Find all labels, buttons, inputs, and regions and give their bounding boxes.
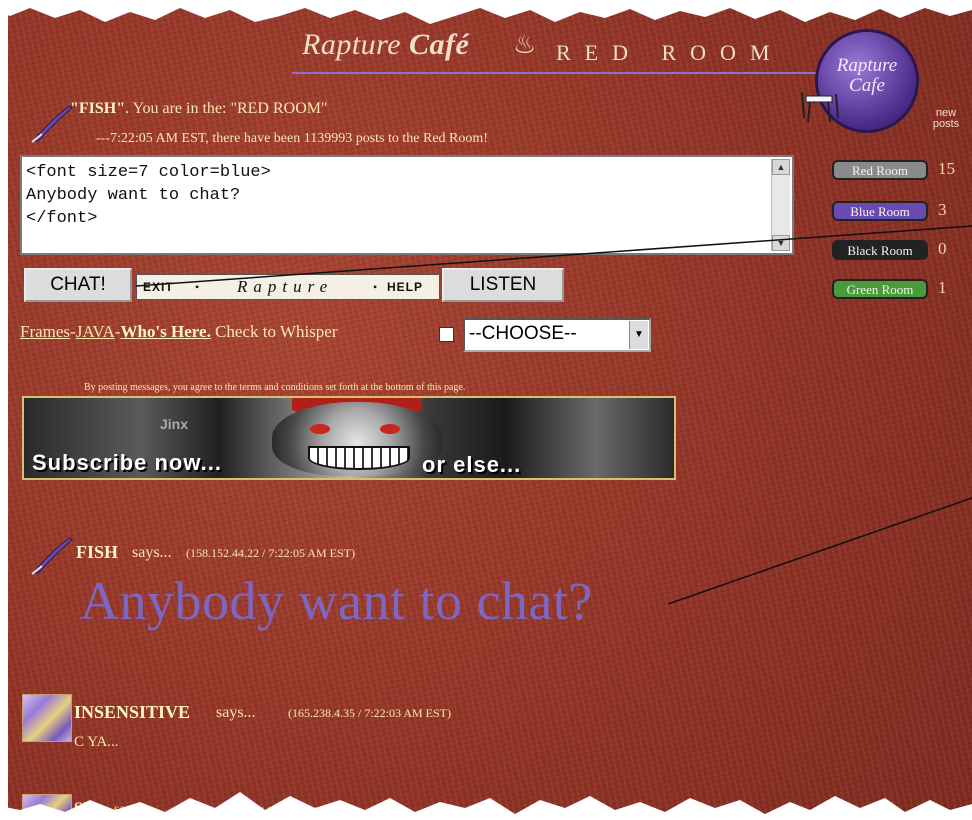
username: "FISH" (70, 100, 126, 117)
scroll-up-icon[interactable]: ▲ (772, 159, 790, 175)
coffee-cup-icon: ♨ (513, 30, 537, 59)
quill-icon (31, 537, 73, 575)
exit-help-strip: EXIT • Rapture • HELP (136, 274, 440, 300)
chat-page: Rapture Café ♨ RED ROOM Rapture Cafe new… (0, 0, 972, 820)
current-room-text: . You are in the: "RED ROOM" (125, 100, 328, 117)
jester-grin (308, 446, 410, 470)
select-value: --CHOOSE-- (469, 323, 577, 344)
avatar[interactable] (22, 694, 72, 742)
room-count-black: 0 (938, 239, 947, 258)
rapture-link[interactable]: Rapture (237, 275, 333, 299)
welcome-line: "FISH". You are in the: "RED ROOM" (70, 100, 328, 118)
subscribe-text: Subscribe now... (32, 450, 222, 475)
post-count-status: ---7:22:05 AM EST, there have been 11399… (96, 131, 488, 146)
whos-here-link[interactable]: Who's Here. (120, 322, 210, 341)
post-says: says... (216, 704, 256, 721)
header-divider (292, 72, 888, 74)
torn-edge-top (0, 0, 972, 24)
separator-dot: • (195, 280, 200, 294)
jester-eye (380, 424, 400, 434)
message-input[interactable] (26, 161, 766, 251)
site-title-cafe: Café (409, 28, 470, 61)
page-margin (0, 0, 8, 820)
room-button-blue[interactable]: Blue Room (832, 201, 928, 221)
post-author[interactable]: FISH (76, 542, 118, 563)
frames-link[interactable]: Frames (20, 322, 70, 341)
torn-edge-bottom (0, 792, 972, 820)
site-title: Rapture Café (302, 28, 469, 62)
chat-button[interactable]: CHAT! (24, 268, 132, 302)
room-button-red[interactable]: Red Room (832, 160, 928, 180)
message-scrollbar[interactable]: ▲ ▼ (771, 159, 790, 251)
jester-eye (310, 424, 330, 434)
terms-notice: By posting messages, you agree to the te… (84, 382, 466, 393)
scroll-down-icon[interactable]: ▼ (772, 235, 790, 251)
whisper-checkbox[interactable] (439, 327, 454, 342)
or-else-text: or else... (422, 452, 522, 477)
exit-link[interactable]: EXIT (143, 275, 174, 299)
post-message: Anybody want to chat? (80, 571, 593, 631)
post-meta: (165.238.4.35 / 7:22:03 AM EST) (288, 706, 452, 720)
listen-button[interactable]: LISTEN (442, 268, 564, 302)
jinx-label: Jinx (160, 416, 189, 432)
java-link[interactable]: JAVA (76, 322, 115, 341)
room-count-green: 1 (938, 278, 947, 297)
new-posts-link[interactable]: new posts (926, 108, 966, 130)
whisper-recipient-select[interactable]: --CHOOSE-- ▼ (463, 318, 651, 352)
nav-links: Frames-JAVA-Who's Here. Check to Whisper (20, 322, 338, 342)
message-input-box[interactable]: ▲ ▼ (20, 155, 794, 255)
room-button-green[interactable]: Green Room (832, 279, 928, 299)
jester-face-image (272, 402, 442, 476)
room-count-red: 15 (938, 159, 955, 178)
room-button-black[interactable]: Black Room (832, 240, 928, 260)
chevron-down-icon[interactable]: ▼ (629, 321, 648, 349)
post-author[interactable]: INSENSITIVE (74, 702, 190, 723)
quill-icon (31, 105, 73, 143)
post-says: says... (132, 544, 172, 561)
room-count-blue: 3 (938, 200, 947, 219)
site-title-rapture: Rapture (302, 28, 402, 61)
cafe-table-icon (801, 91, 839, 123)
whisper-label: Check to Whisper (215, 322, 338, 341)
post-meta: (158.152.44.22 / 7:22:05 AM EST) (186, 546, 356, 560)
help-link[interactable]: HELP (387, 275, 423, 299)
post-message: C YA... (74, 734, 119, 750)
separator-dot: • (373, 280, 378, 294)
room-title: RED ROOM (556, 40, 784, 65)
subscribe-banner-ad[interactable]: Jinx Subscribe now... or else... (22, 396, 676, 480)
